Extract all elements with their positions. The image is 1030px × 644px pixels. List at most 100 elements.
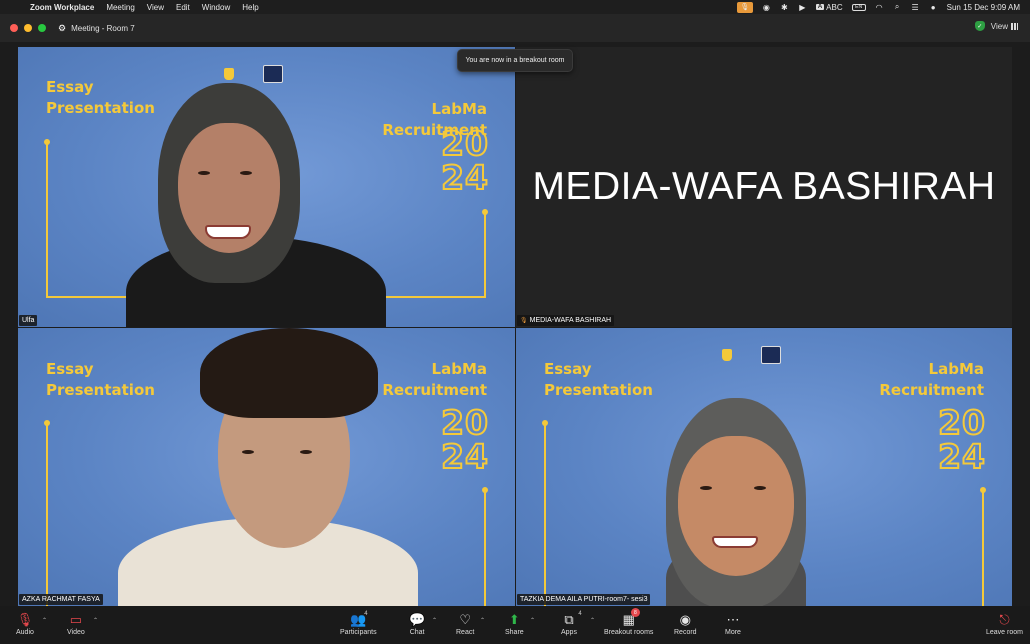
apps-count: 4	[578, 611, 582, 617]
spotlight-search-icon[interactable]: ⌕	[893, 2, 902, 12]
audio-options-chevron-icon[interactable]: ⌃	[42, 617, 47, 624]
ministry-emblem-icon	[722, 349, 732, 361]
react-label: React	[456, 629, 475, 636]
apps-button[interactable]: ⧉ 4 Apps	[561, 610, 582, 636]
participants-icon: 👥 4	[350, 611, 368, 627]
menu-help[interactable]: Help	[242, 3, 258, 12]
video-tile-media-wafa-bashirah[interactable]: MEDIA-WAFA BASHIRAH 🎙 MEDIA-WAFA BASHIRA…	[516, 47, 1012, 327]
person-face	[678, 436, 794, 576]
view-label: View	[990, 21, 1008, 31]
record-icon: ◉	[679, 611, 691, 627]
labma-logo-icon	[760, 346, 781, 364]
react-button[interactable]: ♡ React	[456, 610, 475, 637]
leave-room-label: Leave room	[986, 629, 1023, 636]
window-titlebar: ⚙ Meeting - Room 7 ✓ View	[0, 14, 1030, 42]
menubar-clock[interactable]: Sun 15 Dec 9:09 AM	[947, 3, 1020, 12]
zoom-window-button[interactable]	[38, 24, 46, 32]
video-options-chevron-icon[interactable]: ⌃	[93, 617, 98, 624]
breakout-rooms-icon: ▦ 8	[623, 608, 640, 629]
share-options-chevron-icon[interactable]: ⌃	[530, 617, 535, 624]
video-button[interactable]: ▭ Video	[67, 610, 85, 637]
meeting-info-icon[interactable]: ⚙	[58, 23, 66, 34]
participant-name: AZKA RACHMAT FASYA	[22, 596, 100, 603]
menu-meeting[interactable]: Meeting	[106, 3, 134, 12]
heart-icon: ♡	[459, 611, 471, 627]
breakout-rooms-label: Breakout rooms	[604, 629, 654, 636]
breakout-rooms-button[interactable]: ▦ 8 Breakout rooms	[604, 608, 654, 636]
meeting-toolbar: 🎙 Audio ⌃ ▭ Video ⌃ 👥 4 Participants 💬 Ch…	[0, 606, 1030, 644]
window-controls	[10, 24, 46, 32]
chat-options-chevron-icon[interactable]: ⌃	[432, 617, 437, 624]
record-button[interactable]: ◉ Record	[674, 610, 697, 637]
slide-year-line2: 24	[440, 437, 489, 476]
slide-essay-line2: Presentation	[46, 381, 155, 399]
battery-icon[interactable]: EN	[851, 3, 866, 11]
slide-labma-title: LabMa Recruitment	[382, 359, 487, 401]
slide-labma-line1: LabMa	[928, 360, 984, 378]
more-label: More	[725, 629, 741, 636]
slide-decor-line-right	[980, 487, 986, 606]
muted-microphone-icon: 🎙	[16, 611, 34, 627]
more-button[interactable]: ⋯ More	[725, 610, 741, 637]
video-tile-azka[interactable]: Essay Presentation LabMa Recruitment 20 …	[18, 328, 515, 606]
video-label: Video	[67, 629, 85, 636]
close-window-button[interactable]	[10, 24, 18, 32]
react-options-chevron-icon[interactable]: ⌃	[480, 617, 485, 624]
keyboard-input-indicator[interactable]: A ABC	[815, 2, 843, 12]
slide-labma-line2: Recruitment	[382, 381, 487, 399]
encryption-shield-icon[interactable]: ✓	[974, 21, 985, 31]
chat-button[interactable]: 💬 Chat	[409, 610, 426, 637]
apps-label: Apps	[561, 629, 577, 636]
person-eye-right	[754, 486, 766, 490]
participant-name: Ulfa	[22, 317, 35, 324]
person-mouth	[205, 225, 251, 239]
menu-edit[interactable]: Edit	[176, 3, 190, 12]
participant-name-tag: Ulfa	[19, 315, 38, 326]
control-center-icon[interactable]: ☰	[911, 3, 920, 12]
minimize-window-button[interactable]	[24, 24, 32, 32]
person-eye-right	[240, 171, 252, 175]
leave-room-button[interactable]: ⎋ Leave room	[986, 610, 1023, 637]
slide-year: 20 24	[431, 126, 489, 197]
audio-button[interactable]: 🎙 Audio	[16, 610, 34, 637]
apps-options-chevron-icon[interactable]: ⌃	[590, 617, 595, 624]
microphone-in-use-icon[interactable]: 🎙	[736, 1, 753, 13]
participant-name: TAZKIA DEMA AILA PUTRI-room7- sesi3	[520, 596, 648, 603]
video-tile-tazkia[interactable]: Essay Presentation LabMa Recruitment 20 …	[516, 328, 1012, 606]
participants-button[interactable]: 👥 4 Participants	[340, 610, 377, 636]
more-icon: ⋯	[726, 611, 740, 627]
zoom-status-icon[interactable]: ◉	[762, 3, 771, 12]
slide-year-line1: 20	[440, 403, 489, 442]
slide-labma-title: LabMa Recruitment	[879, 359, 984, 401]
share-button[interactable]: ⬆ Share	[505, 610, 524, 637]
slide-labma-line1: LabMa	[431, 360, 487, 378]
view-button[interactable]: View	[991, 22, 1018, 31]
slide-essay-line1: Essay	[46, 78, 94, 96]
slide-essay-line2: Presentation	[544, 381, 653, 399]
slide-logos	[224, 65, 283, 83]
chat-icon: 💬	[409, 611, 426, 627]
share-screen-icon: ⬆	[508, 611, 520, 627]
macos-menubar: Zoom Workplace Meeting View Edit Window …	[0, 0, 1030, 14]
person-eye-left	[700, 486, 712, 490]
slide-essay-line1: Essay	[46, 360, 94, 378]
menu-window[interactable]: Window	[202, 3, 230, 12]
share-label: Share	[505, 629, 524, 636]
grid-view-icon	[1011, 22, 1018, 30]
ministry-logo-text	[735, 353, 736, 357]
slide-decor-line-left	[542, 420, 548, 606]
keyboard-input-label: ABC	[826, 2, 843, 12]
menu-view[interactable]: View	[147, 3, 164, 12]
slide-labma-line2: Recruitment	[879, 381, 984, 399]
person-eye-left	[242, 450, 254, 454]
menu-app-name[interactable]: Zoom Workplace	[30, 3, 94, 12]
video-tile-ulfa[interactable]: Essay Presentation LabMa Recruitment 20 …	[18, 47, 515, 327]
slide-essay-title: Essay Presentation	[544, 359, 653, 401]
wifi-icon[interactable]: ◠	[875, 3, 884, 12]
video-off-icon: ▭	[69, 611, 83, 627]
slide-year-line2: 24	[440, 158, 489, 197]
chat-label: Chat	[409, 629, 425, 636]
siri-icon[interactable]: ●	[929, 3, 938, 12]
play-icon[interactable]: ▶	[798, 3, 807, 12]
bluetooth-icon[interactable]: ✱	[780, 3, 789, 12]
